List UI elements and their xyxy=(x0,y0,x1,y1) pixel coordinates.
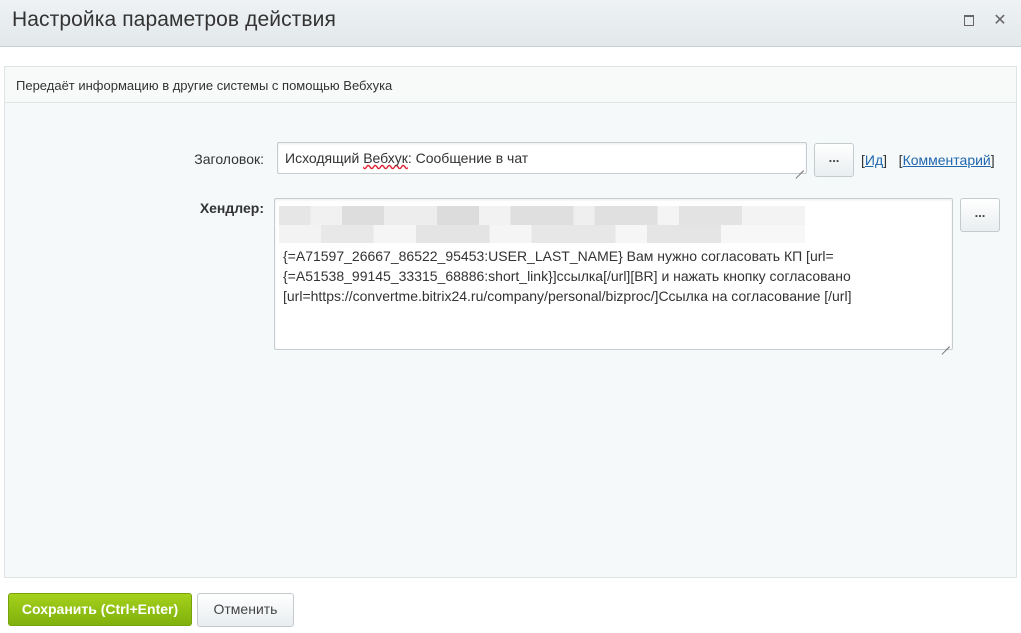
activity-description: Передаёт информацию в другие системы с п… xyxy=(16,78,393,93)
description-bar: Передаёт информацию в другие системы с п… xyxy=(5,67,1016,103)
dialog-title: Настройка параметров действия xyxy=(12,8,336,31)
maximize-icon[interactable] xyxy=(961,12,977,30)
id-link[interactable]: Ид xyxy=(865,152,883,168)
resize-grip-icon[interactable] xyxy=(795,162,804,171)
comment-link[interactable]: Комментарий xyxy=(903,152,991,168)
title-value-spellcheck-word: Вебхук xyxy=(363,150,408,166)
cancel-button[interactable]: Отменить xyxy=(197,593,294,627)
title-insert-value-button[interactable]: ... xyxy=(814,143,854,177)
handler-textarea[interactable]: {=A71597_26667_86522_95453:USER_LAST_NAM… xyxy=(274,198,953,350)
handler-text: {=A71597_26667_86522_95453:USER_LAST_NAM… xyxy=(283,246,943,306)
handler-text-line: {=A51538_99145_33315_68886:short_link}]с… xyxy=(283,268,851,284)
handler-insert-value-button[interactable]: ... xyxy=(960,198,1000,232)
handler-label: Хендлер: xyxy=(199,200,264,216)
title-links: [Ид] [Комментарий] xyxy=(861,152,995,168)
blurred-redacted-url xyxy=(279,206,805,243)
handler-text-line: [url=https://convertme.bitrix24.ru/compa… xyxy=(283,288,852,304)
title-label: Заголовок: xyxy=(194,151,264,167)
close-icon[interactable]: ✕ xyxy=(992,12,1008,30)
handler-text-line: {=A71597_26667_86522_95453:USER_LAST_NAM… xyxy=(283,248,834,264)
dialog-titlebar: Настройка параметров действия ✕ xyxy=(0,0,1021,47)
save-button[interactable]: Сохранить (Ctrl+Enter) xyxy=(8,593,192,626)
resize-grip-icon[interactable] xyxy=(941,338,950,347)
title-input[interactable]: Исходящий Вебхук: Сообщение в чат xyxy=(277,142,807,174)
title-value-prefix: Исходящий xyxy=(285,150,364,166)
title-value-suffix: : Сообщение в чат xyxy=(407,150,529,166)
